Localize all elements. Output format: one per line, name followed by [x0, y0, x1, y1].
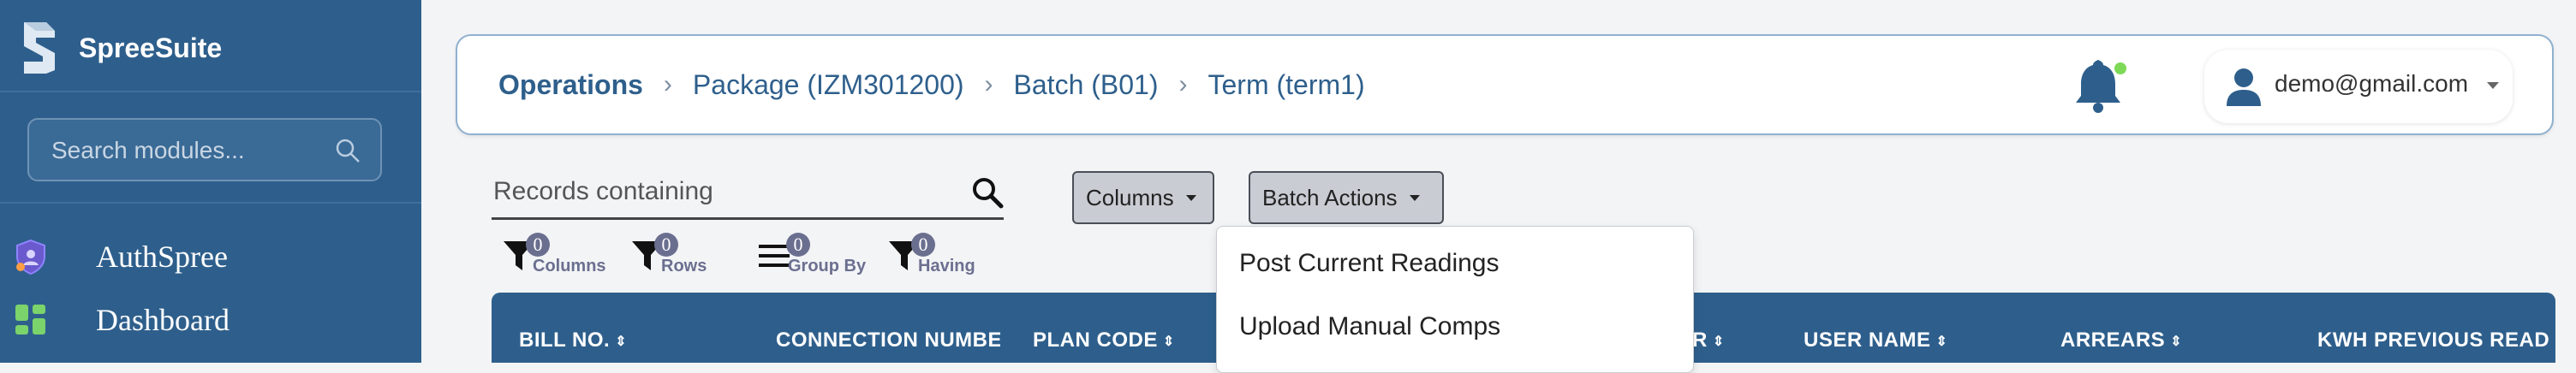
filter-count-badge: 0 [526, 233, 550, 257]
breadcrumb-batch[interactable]: Batch (B01) [1014, 69, 1159, 101]
chevron-right-icon: › [1178, 70, 1188, 98]
breadcrumb-operations[interactable]: Operations [498, 69, 643, 101]
shield-user-icon [16, 239, 45, 275]
sort-icon: ⇕ [1712, 334, 1725, 349]
column-header-partial[interactable]: R ⇕ [1692, 329, 1761, 352]
search-icon[interactable] [971, 176, 1004, 209]
batch-actions-dropdown-button[interactable]: Batch Actions [1249, 171, 1444, 224]
sort-icon: ⇕ [615, 334, 628, 349]
columns-button-label: Columns [1086, 184, 1174, 210]
search-icon[interactable] [334, 137, 361, 164]
column-header-kwh-previous-reading[interactable]: KWH PREVIOUS READ [2317, 329, 2555, 352]
column-header-bill-no[interactable]: BILL NO. ⇕ [519, 329, 742, 352]
sidebar-item-label: AuthSpree [96, 240, 228, 274]
column-header-arrears[interactable]: ARREARS ⇕ [2060, 329, 2283, 352]
sidebar-item-label: Dashboard [96, 303, 230, 337]
menu-item-post-current-readings[interactable]: Post Current Readings [1239, 249, 1500, 278]
top-bar: Operations › Package (IZM301200) › Batch… [456, 34, 2554, 135]
spreesuite-logo-icon [24, 22, 55, 74]
filter-count-badge: 0 [654, 233, 678, 257]
columns-dropdown-button[interactable]: Columns [1072, 171, 1214, 224]
user-avatar-icon [2227, 68, 2261, 106]
filter-label: Group By [788, 257, 867, 275]
sidebar: SpreeSuite AuthSpree Dashboard [0, 0, 421, 363]
breadcrumb-package[interactable]: Package (IZM301200) [693, 69, 964, 101]
dashboard-grid-icon [15, 305, 45, 335]
sort-icon: ⇕ [1162, 334, 1175, 349]
caret-down-icon [1185, 194, 1196, 201]
sidebar-divider [0, 91, 421, 92]
chevron-right-icon: › [984, 70, 993, 98]
filter-label: Columns [533, 257, 606, 275]
records-search-input[interactable] [492, 168, 957, 216]
sidebar-divider [0, 202, 421, 204]
brand[interactable]: SpreeSuite [21, 17, 222, 79]
column-header-user-name[interactable]: USER NAME ⇕ [1804, 329, 2026, 352]
chevron-down-icon [2487, 82, 2499, 89]
bell-icon[interactable] [2072, 58, 2127, 115]
filter-count-badge: 0 [911, 233, 935, 257]
module-search-input[interactable] [50, 120, 327, 181]
user-menu-button[interactable]: demo@gmail.com [2204, 50, 2513, 123]
breadcrumb: Operations › Package (IZM301200) › Batch… [498, 36, 1365, 133]
sidebar-item-dashboard[interactable]: Dashboard [0, 289, 421, 351]
notification-dot [2114, 62, 2126, 74]
brand-name: SpreeSuite [79, 32, 223, 63]
sidebar-item-authspree[interactable]: AuthSpree [0, 226, 421, 287]
filter-having[interactable]: 0 Having [887, 233, 999, 275]
column-header-connection-number[interactable]: CONNECTION NUMBER [776, 329, 1000, 352]
batch-actions-menu: Post Current Readings Upload Manual Comp… [1216, 226, 1694, 373]
filter-rows[interactable]: 0 Rows [630, 233, 716, 275]
menu-item-upload-manual-comps[interactable]: Upload Manual Comps [1239, 312, 1500, 341]
chevron-right-icon: › [663, 70, 672, 98]
filter-count-badge: 0 [786, 233, 810, 257]
filter-columns[interactable]: 0 Columns [502, 233, 613, 275]
records-search[interactable] [492, 168, 1004, 220]
batch-actions-button-label: Batch Actions [1262, 184, 1398, 210]
user-email: demo@gmail.com [2275, 70, 2469, 97]
module-search[interactable] [27, 118, 382, 181]
filter-group-by[interactable]: 0 Group By [757, 233, 877, 275]
breadcrumb-term[interactable]: Term (term1) [1208, 69, 1365, 101]
sort-icon: ⇕ [1935, 334, 1948, 349]
filter-label: Having [918, 257, 975, 275]
caret-down-icon [1409, 194, 1420, 201]
filter-label: Rows [661, 257, 707, 275]
sort-icon: ⇕ [2170, 334, 2183, 349]
